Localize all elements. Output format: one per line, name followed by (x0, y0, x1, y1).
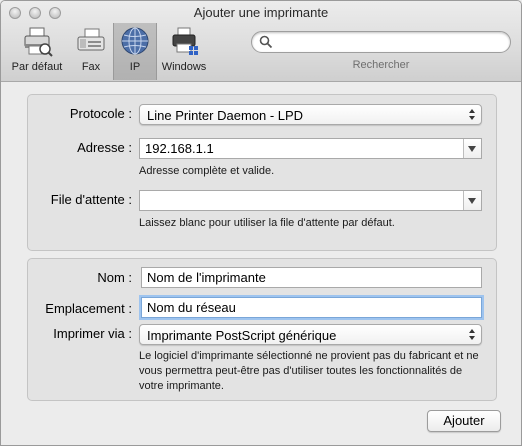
address-hint: Adresse complète et valide. (139, 165, 275, 177)
toolbar-item-ip[interactable]: IP (113, 23, 157, 80)
up-down-arrows-icon (469, 109, 475, 120)
title-toolbar: Ajouter une imprimante Par défaut Fax IP… (1, 1, 521, 82)
chevron-down-icon (468, 198, 476, 204)
search-field[interactable] (251, 31, 511, 53)
chevron-down-icon (468, 146, 476, 152)
name-label: Nom : (97, 270, 132, 285)
up-down-arrows-icon (469, 329, 475, 340)
address-label: Adresse : (77, 140, 132, 155)
add-button[interactable]: Ajouter (427, 410, 501, 432)
toolbar-item-windows[interactable]: Windows (158, 25, 210, 77)
windows-printer-icon (172, 27, 198, 55)
toolbar-label-fax: Fax (81, 61, 101, 73)
globe-icon (121, 27, 149, 55)
default-printer-icon (24, 27, 53, 57)
add-printer-window: Ajouter une imprimante Par défaut Fax IP… (0, 0, 522, 446)
queue-dropdown-button[interactable] (463, 191, 481, 210)
search-input[interactable] (276, 34, 505, 52)
address-dropdown-button[interactable] (463, 139, 481, 158)
queue-combo[interactable] (139, 190, 482, 211)
toolbar-label-default: Par défaut (11, 61, 63, 73)
driver-value: Imprimante PostScript générique (147, 328, 337, 343)
toolbar-item-default[interactable]: Par défaut (7, 25, 67, 77)
protocol-label: Protocole : (69, 106, 132, 121)
location-input[interactable] (142, 298, 477, 317)
address-combo[interactable] (139, 138, 482, 159)
protocol-select[interactable]: Line Printer Daemon - LPD (139, 104, 482, 125)
name-input[interactable] (142, 268, 477, 287)
search-icon (259, 35, 273, 49)
toolbar-label-ip: IP (129, 61, 141, 73)
toolbar-item-fax[interactable]: Fax (73, 25, 109, 77)
queue-hint: Laissez blanc pour utiliser la file d'at… (139, 217, 395, 229)
queue-input[interactable] (140, 191, 465, 210)
driver-label: Imprimer via : (53, 326, 132, 341)
driver-select[interactable]: Imprimante PostScript générique (139, 324, 482, 345)
toolbar-label-windows: Windows (161, 61, 207, 73)
toolbar-search: Rechercher (251, 31, 511, 71)
name-field[interactable] (141, 267, 482, 288)
driver-hint: Le logiciel d'imprimante sélectionné ne … (139, 350, 479, 392)
location-label: Emplacement : (45, 301, 132, 316)
fax-icon (77, 28, 105, 51)
queue-label: File d'attente : (50, 192, 132, 207)
connection-panel: Protocole : Line Printer Daemon - LPD Ad… (27, 94, 497, 251)
protocol-value: Line Printer Daemon - LPD (147, 108, 304, 123)
printer-info-panel: Nom : Emplacement : Imprimer via : Impri… (27, 258, 497, 401)
search-label: Rechercher (352, 59, 410, 71)
location-field[interactable] (141, 297, 482, 318)
address-input[interactable] (140, 139, 465, 158)
window-title: Ajouter une imprimante (193, 5, 329, 20)
